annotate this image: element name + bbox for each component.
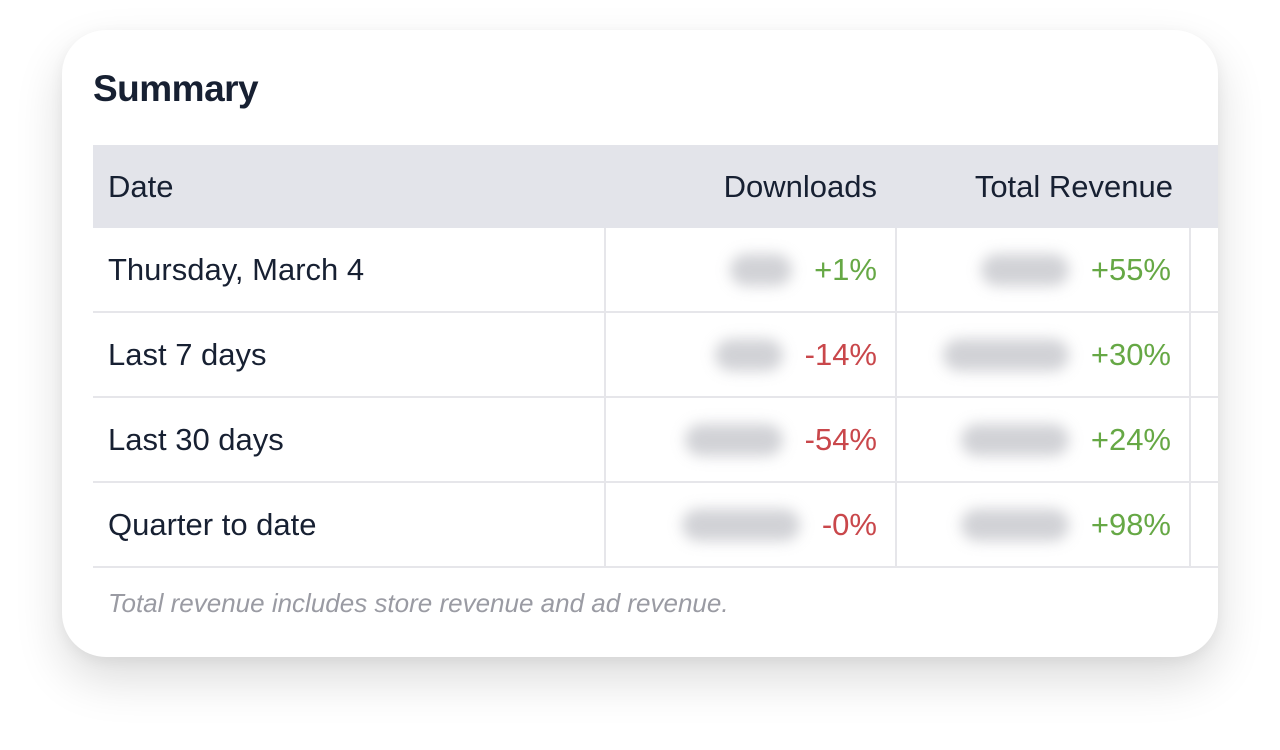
revenue-change: +55% <box>1090 251 1171 287</box>
column-header-total-revenue: Total Revenue <box>974 168 1173 204</box>
redacted-downloads-value <box>730 253 793 286</box>
revenue-cell: +24% <box>895 398 1191 481</box>
revenue-cell: +98% <box>895 483 1191 566</box>
table-row: Last 7 days -14% +30% <box>93 313 1218 398</box>
downloads-change: -54% <box>804 421 877 457</box>
revenue-change: +24% <box>1090 421 1171 457</box>
downloads-cell: -14% <box>604 313 895 396</box>
table-row: Quarter to date -0% +98% <box>93 483 1218 568</box>
summary-table: Date Downloads Total Revenue Thursday, M… <box>93 145 1218 568</box>
revenue-change: +30% <box>1090 336 1171 372</box>
table-row: Thursday, March 4 +1% +55% <box>93 228 1218 313</box>
downloads-change: -0% <box>821 506 877 542</box>
row-date-label: Last 30 days <box>108 421 284 457</box>
table-row: Last 30 days -54% +24% <box>93 398 1218 483</box>
table-header-row: Date Downloads Total Revenue <box>93 145 1218 228</box>
revenue-cell: +55% <box>895 228 1191 311</box>
table-footnote: Total revenue includes store revenue and… <box>108 588 729 618</box>
redacted-revenue-value <box>960 423 1069 456</box>
card-title: Summary <box>93 68 259 109</box>
redacted-downloads-value <box>681 508 800 541</box>
revenue-change: +98% <box>1090 506 1171 542</box>
row-date-label: Last 7 days <box>108 336 267 372</box>
downloads-cell: -0% <box>604 483 895 566</box>
summary-card: Summary Date Downloads Total Revenue Thu… <box>62 30 1218 657</box>
row-date-label: Quarter to date <box>108 506 317 542</box>
column-header-date: Date <box>108 168 174 204</box>
revenue-cell: +30% <box>895 313 1191 396</box>
redacted-revenue-value <box>960 508 1069 541</box>
downloads-cell: -54% <box>604 398 895 481</box>
redacted-revenue-value <box>980 253 1069 286</box>
redacted-downloads-value <box>684 423 783 456</box>
redacted-downloads-value <box>714 338 783 371</box>
row-date-label: Thursday, March 4 <box>108 251 365 287</box>
redacted-revenue-value <box>942 338 1069 371</box>
downloads-change: +1% <box>814 251 877 287</box>
column-header-downloads: Downloads <box>723 168 877 204</box>
downloads-change: -14% <box>804 336 877 372</box>
downloads-cell: +1% <box>604 228 895 311</box>
